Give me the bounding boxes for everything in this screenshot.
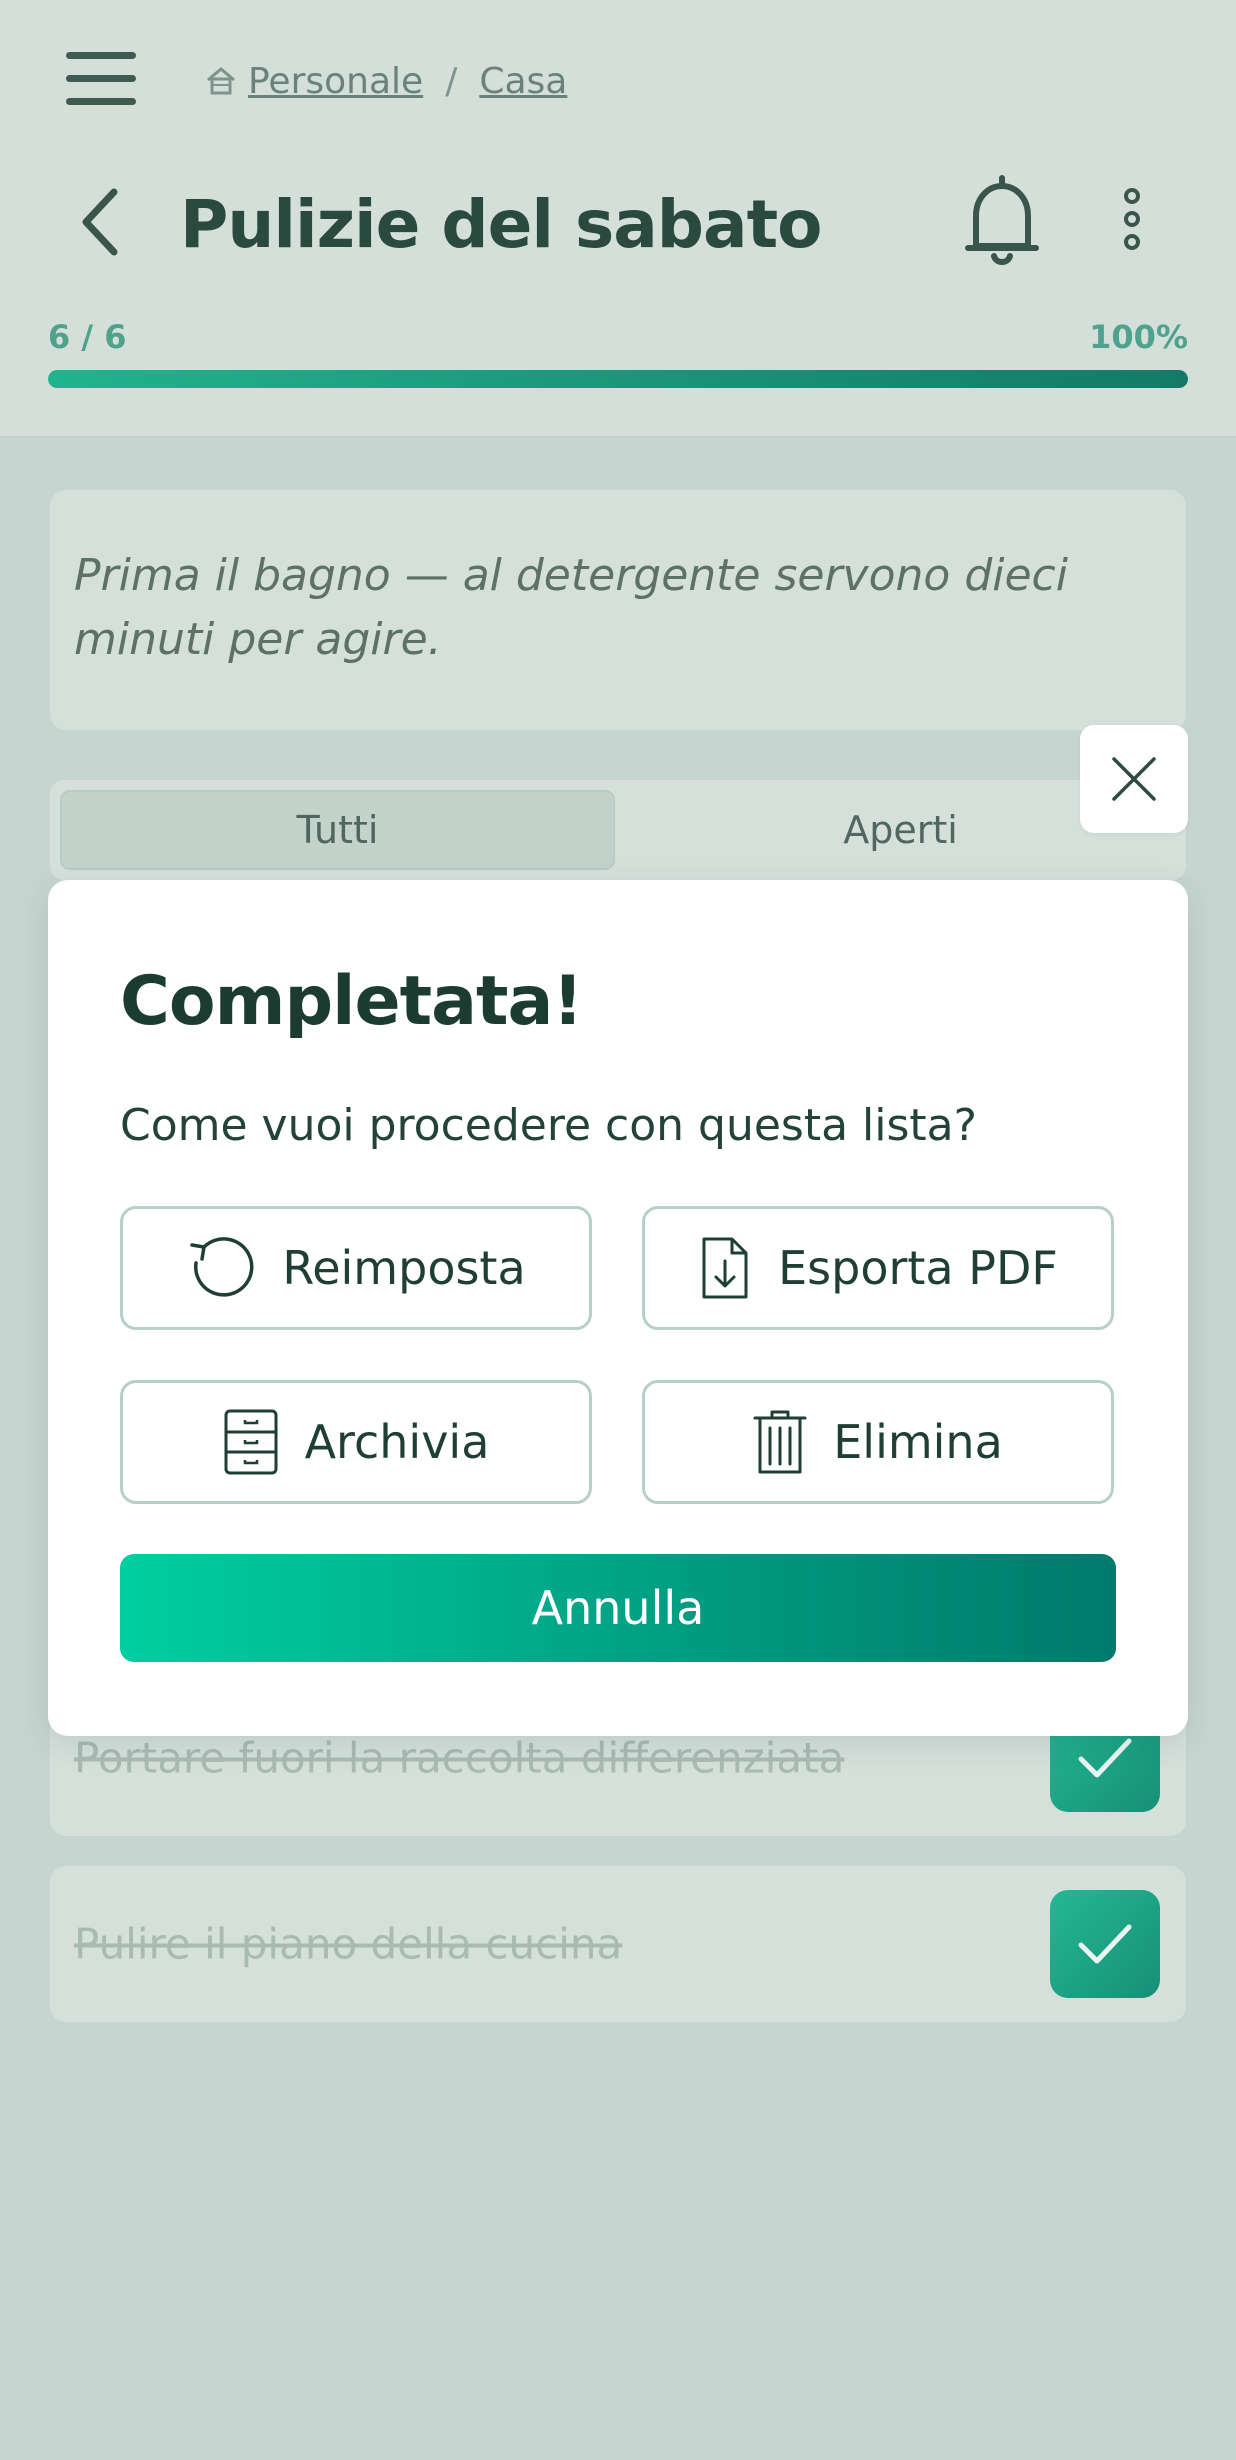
export-pdf-button-label: Esporta PDF bbox=[778, 1241, 1058, 1295]
home-icon bbox=[207, 67, 235, 95]
archive-button-label: Archivia bbox=[304, 1415, 490, 1469]
menu-icon-bar bbox=[66, 98, 136, 105]
filter-tabs: Tutti Aperti bbox=[50, 780, 1186, 880]
delete-button[interactable]: Elimina bbox=[642, 1380, 1114, 1504]
more-vertical-icon bbox=[1124, 188, 1140, 250]
chevron-left-icon bbox=[82, 188, 118, 256]
bell-icon bbox=[965, 175, 1039, 265]
cancel-button-label: Annulla bbox=[531, 1581, 705, 1635]
page-title: Pulizie del sabato bbox=[180, 186, 822, 263]
dialog-title: Completata! bbox=[120, 962, 583, 1041]
file-download-icon bbox=[702, 1237, 748, 1299]
notifications-button[interactable] bbox=[960, 174, 1044, 270]
menu-button[interactable] bbox=[58, 44, 144, 114]
menu-icon-bar bbox=[66, 75, 136, 82]
task-row[interactable]: Pulire il piano della cucina bbox=[50, 1866, 1186, 2022]
archive-button[interactable]: Archivia bbox=[120, 1380, 592, 1504]
archive-cabinet-icon bbox=[224, 1409, 278, 1475]
breadcrumb-item-personale[interactable]: Personale bbox=[248, 61, 423, 102]
task-label: Pulire il piano della cucina bbox=[74, 1919, 623, 1969]
breadcrumb: Personale / Casa bbox=[204, 56, 567, 106]
check-icon bbox=[1078, 1738, 1132, 1778]
header: Personale / Casa Pulizie del sabato 6 / … bbox=[0, 0, 1236, 438]
progress-bar bbox=[48, 370, 1188, 388]
close-icon bbox=[1112, 757, 1156, 801]
task-checkbox[interactable] bbox=[1050, 1890, 1160, 1998]
tab-tutti[interactable]: Tutti bbox=[60, 790, 615, 870]
more-options-button[interactable] bbox=[1112, 186, 1152, 252]
modal-close-button[interactable] bbox=[1080, 725, 1188, 833]
back-button[interactable] bbox=[70, 182, 134, 262]
reset-button-label: Reimposta bbox=[282, 1241, 526, 1295]
list-note: Prima il bagno — al detergente servono d… bbox=[50, 490, 1186, 730]
menu-icon-bar bbox=[66, 52, 136, 59]
progress-count: 6 / 6 bbox=[48, 318, 127, 356]
trash-icon bbox=[753, 1410, 807, 1474]
progress-percent: 100% bbox=[1089, 318, 1188, 356]
progress-bar-fill bbox=[48, 370, 1188, 388]
check-icon bbox=[1078, 1924, 1132, 1964]
completion-dialog: Completata! Come vuoi procedere con ques… bbox=[48, 880, 1188, 1736]
task-label: Portare fuori la raccolta differenziata bbox=[74, 1733, 845, 1783]
reset-icon bbox=[190, 1237, 254, 1297]
export-pdf-button[interactable]: Esporta PDF bbox=[642, 1206, 1114, 1330]
delete-button-label: Elimina bbox=[833, 1415, 1003, 1469]
dialog-question: Come vuoi procedere con questa lista? bbox=[120, 1100, 977, 1151]
cancel-button[interactable]: Annulla bbox=[120, 1554, 1116, 1662]
breadcrumb-separator: / bbox=[445, 60, 458, 102]
reset-button[interactable]: Reimposta bbox=[120, 1206, 592, 1330]
breadcrumb-item-casa[interactable]: Casa bbox=[479, 61, 567, 102]
